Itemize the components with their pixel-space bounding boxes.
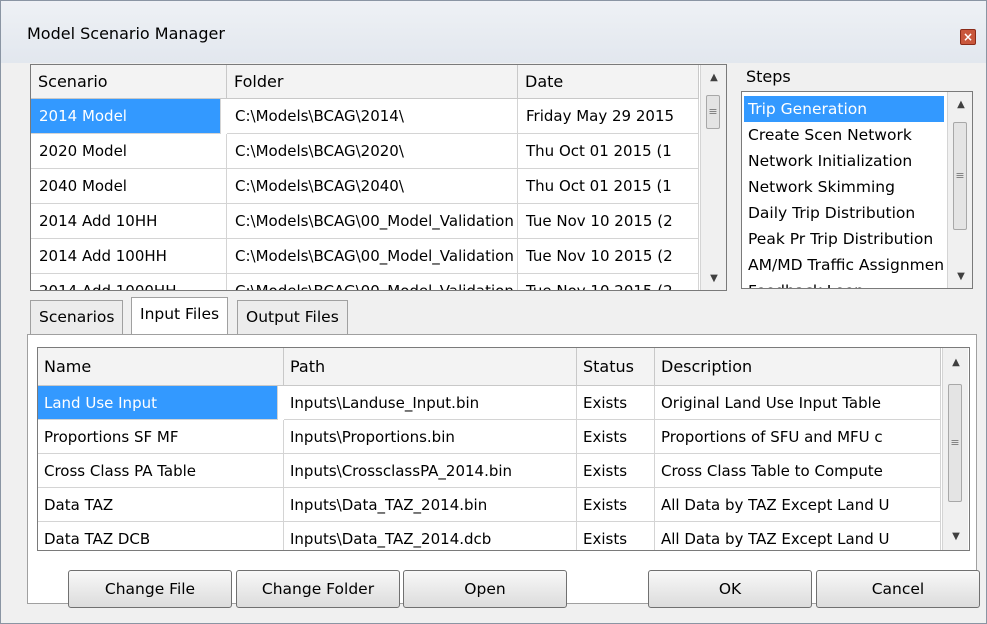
steps-list-scrollbar[interactable]: ▲ ≡ ▼ (947, 92, 972, 288)
scenario-date-cell: Friday May 29 2015 (518, 99, 699, 134)
scenario-folder-cell: C:\Models\BCAG\00_Model_Validation (227, 239, 518, 274)
scenario-name-cell: 2020 Model (31, 134, 227, 169)
file-row[interactable]: Data TAZ DCB Inputs\Data_TAZ_2014.dcb Ex… (38, 522, 941, 550)
scrollbar-thumb[interactable]: ≡ (706, 95, 720, 129)
step-item[interactable]: Network Initialization (744, 148, 944, 174)
tab-input-files[interactable]: Input Files (131, 297, 229, 334)
scenario-date-cell: Tue Nov 10 2015 (2 (518, 204, 699, 239)
file-description-cell: Proportions of SFU and MFU c (655, 420, 941, 454)
scenario-list-header: Scenario Folder Date (31, 65, 726, 99)
scenario-folder-cell: C:\Models\BCAG\2014\ (227, 99, 518, 134)
file-path-cell: Inputs\Proportions.bin (284, 420, 577, 454)
column-header-path[interactable]: Path (284, 348, 577, 386)
scenario-date-cell: Tue Nov 10 2015 (2 (518, 239, 699, 274)
scrollbar-thumb[interactable]: ≡ (948, 384, 962, 502)
change-folder-button[interactable]: Change Folder (236, 570, 400, 608)
scenario-row[interactable]: 2020 Model C:\Models\BCAG\2020\ Thu Oct … (31, 134, 699, 169)
step-item[interactable]: Network Skimming (744, 174, 944, 200)
file-name-cell: Cross Class PA Table (38, 454, 284, 488)
model-scenario-manager-window: Model Scenario Manager × Scenario Folder… (0, 0, 987, 624)
scenario-name-cell: 2014 Model (31, 99, 221, 134)
file-status-cell: Exists (577, 522, 655, 550)
step-item[interactable]: Trip Generation (744, 96, 944, 122)
scenario-row[interactable]: 2014 Add 100HH C:\Models\BCAG\00_Model_V… (31, 239, 699, 274)
title-bar: Model Scenario Manager × (1, 1, 986, 63)
scroll-down-arrow-icon[interactable]: ▼ (701, 268, 726, 290)
scenario-name-cell: 2014 Add 1000HH (31, 274, 227, 290)
file-path-cell: Inputs\Data_TAZ_2014.bin (284, 488, 577, 522)
scroll-down-arrow-icon[interactable]: ▼ (948, 266, 972, 288)
steps-list[interactable]: Trip Generation Create Scen Network Netw… (741, 91, 973, 289)
file-description-cell: All Data by TAZ Except Land U (655, 488, 941, 522)
file-description-cell: All Data by TAZ Except Land U (655, 522, 941, 550)
file-path-cell: Inputs\Landuse_Input.bin (284, 386, 577, 420)
ok-button[interactable]: OK (648, 570, 812, 608)
file-name-cell: Data TAZ (38, 488, 284, 522)
column-header-scenario[interactable]: Scenario (31, 65, 227, 99)
steps-label: Steps (746, 67, 791, 86)
scenario-row[interactable]: 2014 Add 1000HH C:\Models\BCAG\00_Model_… (31, 274, 699, 290)
close-icon[interactable]: × (960, 29, 976, 45)
step-item[interactable]: Peak Pr Trip Distribution (744, 226, 944, 252)
scenario-list[interactable]: Scenario Folder Date 2014 Model C:\Model… (30, 64, 727, 291)
scenario-row[interactable]: 2040 Model C:\Models\BCAG\2040\ Thu Oct … (31, 169, 699, 204)
scroll-up-arrow-icon[interactable]: ▲ (948, 94, 972, 116)
step-item[interactable]: Feedback Loop (744, 278, 944, 288)
scenario-folder-cell: C:\Models\BCAG\00_Model_Validation (227, 274, 518, 290)
window-title: Model Scenario Manager (27, 24, 225, 43)
scrollbar-thumb[interactable]: ≡ (953, 122, 967, 230)
step-item[interactable]: Daily Trip Distribution (744, 200, 944, 226)
input-files-list[interactable]: Name Path Status Description Land Use In… (37, 347, 970, 551)
scenario-folder-cell: C:\Models\BCAG\00_Model_Validation (227, 204, 518, 239)
scenario-list-scrollbar[interactable]: ▲ ≡ ▼ (700, 65, 726, 290)
scenario-name-cell: 2014 Add 10HH (31, 204, 227, 239)
file-row[interactable]: Cross Class PA Table Inputs\CrossclassPA… (38, 454, 941, 488)
scenario-date-cell: Tue Nov 10 2015 (2 (518, 274, 699, 290)
file-status-cell: Exists (577, 454, 655, 488)
file-status-cell: Exists (577, 488, 655, 522)
scenario-date-cell: Thu Oct 01 2015 (1 (518, 169, 699, 204)
change-file-button[interactable]: Change File (68, 570, 232, 608)
file-path-cell: Inputs\Data_TAZ_2014.dcb (284, 522, 577, 550)
step-item[interactable]: Create Scen Network (744, 122, 944, 148)
file-name-cell: Land Use Input (38, 386, 278, 420)
scenario-folder-cell: C:\Models\BCAG\2040\ (227, 169, 518, 204)
tab-scenarios[interactable]: Scenarios (30, 300, 124, 334)
scroll-up-arrow-icon[interactable]: ▲ (701, 67, 726, 89)
file-description-cell: Original Land Use Input Table (655, 386, 941, 420)
step-item[interactable]: AM/MD Traffic Assignment (744, 252, 944, 278)
scenario-folder-cell: C:\Models\BCAG\2020\ (227, 134, 518, 169)
file-row[interactable]: Data TAZ Inputs\Data_TAZ_2014.bin Exists… (38, 488, 941, 522)
input-files-scrollbar[interactable]: ▲ ≡ ▼ (942, 348, 968, 550)
file-row[interactable]: Proportions SF MF Inputs\Proportions.bin… (38, 420, 941, 454)
file-path-cell: Inputs\CrossclassPA_2014.bin (284, 454, 577, 488)
file-status-cell: Exists (577, 386, 655, 420)
file-description-cell: Cross Class Table to Compute (655, 454, 941, 488)
tab-output-files[interactable]: Output Files (237, 300, 348, 334)
scroll-up-arrow-icon[interactable]: ▲ (943, 352, 969, 374)
scenario-row[interactable]: 2014 Add 10HH C:\Models\BCAG\00_Model_Va… (31, 204, 699, 239)
column-header-folder[interactable]: Folder (227, 65, 518, 99)
scenario-row[interactable]: 2014 Model C:\Models\BCAG\2014\ Friday M… (31, 99, 699, 134)
column-header-status[interactable]: Status (577, 348, 655, 386)
file-row[interactable]: Land Use Input Inputs\Landuse_Input.bin … (38, 386, 941, 420)
cancel-button[interactable]: Cancel (816, 570, 980, 608)
file-status-cell: Exists (577, 420, 655, 454)
scroll-down-arrow-icon[interactable]: ▼ (943, 526, 969, 548)
scenario-name-cell: 2040 Model (31, 169, 227, 204)
column-header-description[interactable]: Description (655, 348, 941, 386)
file-name-cell: Data TAZ DCB (38, 522, 284, 550)
scenario-name-cell: 2014 Add 100HH (31, 239, 227, 274)
file-name-cell: Proportions SF MF (38, 420, 284, 454)
open-button[interactable]: Open (403, 570, 567, 608)
column-header-date[interactable]: Date (518, 65, 699, 99)
scenario-date-cell: Thu Oct 01 2015 (1 (518, 134, 699, 169)
column-header-name[interactable]: Name (38, 348, 284, 386)
